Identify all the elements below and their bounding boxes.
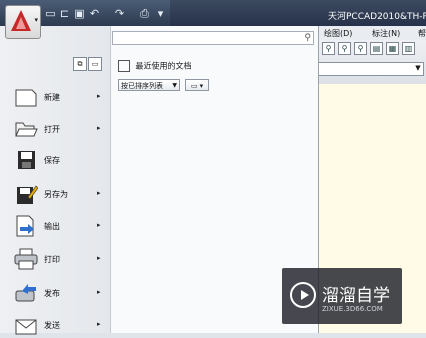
menu-draw[interactable]: 绘图(D): [324, 28, 352, 39]
chevron-down-icon: ▼: [172, 82, 177, 89]
ribbon-tool-row: ⚲ ⚲ ⚲ ▤ ▦ ▥: [318, 42, 426, 56]
menu-item-print[interactable]: 打印 ▸: [14, 246, 108, 272]
open-docs-view-icon[interactable]: ▭: [88, 57, 102, 71]
printer-icon: [14, 248, 38, 270]
new-file-icon[interactable]: ▭: [44, 7, 57, 20]
watermark-url: ZIXUE.3D66.COM: [322, 305, 383, 313]
menu-item-send[interactable]: 发送 ▸: [14, 312, 108, 338]
recent-documents-title: 最近使用的文档: [135, 61, 192, 71]
menu-item-label: 发布: [44, 289, 60, 298]
print-icon[interactable]: ⎙: [138, 7, 151, 20]
search-input[interactable]: ⚲: [112, 31, 314, 45]
document-icon: [118, 60, 130, 72]
menu-item-label: 另存为: [44, 190, 68, 199]
zoom-realtime-icon[interactable]: ⚲: [322, 42, 335, 55]
chevron-down-icon: ▼: [415, 64, 421, 72]
folder-open-icon: [15, 122, 38, 137]
menu-item-label: 发送: [44, 321, 60, 330]
customize-dropdown-icon[interactable]: ▾: [154, 7, 167, 20]
sort-order-select[interactable]: 按已排序列表 ▼: [118, 79, 180, 91]
menu-item-label: 打印: [44, 255, 60, 264]
menu-item-save-as[interactable]: 另存为 ▸: [14, 181, 108, 207]
recent-documents-header: 最近使用的文档: [118, 60, 192, 72]
menu-bar: 绘图(D) 标注(N) 帮: [318, 26, 426, 40]
submenu-arrow-icon: ▸: [97, 92, 101, 100]
undo-icon[interactable]: ↶: [88, 7, 101, 20]
open-folder-icon[interactable]: ⊏: [58, 7, 71, 20]
submenu-arrow-icon: ▸: [97, 124, 101, 132]
window-title: 天河PCCAD2010&TH-P: [328, 12, 426, 22]
tool-palette-icon[interactable]: ▥: [402, 42, 415, 55]
layer-combo[interactable]: ▼: [318, 62, 424, 76]
menu-item-label: 新建: [44, 93, 60, 102]
submenu-arrow-icon: ▸: [97, 189, 101, 197]
recent-docs-view-icon[interactable]: ⧉: [73, 57, 87, 71]
menu-item-export[interactable]: 输出 ▸: [14, 213, 108, 239]
redo-icon[interactable]: ↷: [113, 7, 126, 20]
submenu-arrow-icon: ▸: [97, 288, 101, 296]
menu-item-label: 打开: [44, 125, 60, 134]
export-icon: [16, 215, 34, 237]
watermark-title: 溜溜自学: [322, 286, 390, 306]
new-doc-icon: [15, 89, 37, 107]
menu-item-new[interactable]: 新建 ▸: [14, 84, 108, 110]
autocad-logo-icon: [11, 10, 31, 31]
design-center-icon[interactable]: ▦: [386, 42, 399, 55]
submenu-arrow-icon: ▸: [97, 254, 101, 262]
sort-order-label: 按已排序列表: [121, 82, 163, 90]
chevron-down-icon: ▾: [34, 16, 38, 24]
menu-dimension[interactable]: 标注(N): [372, 28, 400, 39]
application-menu-button[interactable]: ▾: [5, 5, 41, 39]
menu-item-label: 输出: [44, 222, 60, 231]
floppy-disk-icon: [18, 151, 35, 169]
save-icon[interactable]: ▣: [73, 7, 86, 20]
publish-icon: [15, 284, 36, 302]
play-logo-icon: [290, 282, 316, 308]
search-icon[interactable]: ⚲: [304, 32, 311, 44]
watermark: 溜溜自学 ZIXUE.3D66.COM: [282, 268, 402, 324]
menu-item-label: 保存: [44, 156, 60, 165]
menu-item-open[interactable]: 打开 ▸: [14, 116, 108, 142]
save-as-icon: [17, 185, 38, 204]
zoom-previous-icon[interactable]: ⚲: [354, 42, 367, 55]
menu-item-save[interactable]: 保存: [14, 147, 108, 173]
menu-help[interactable]: 帮: [418, 28, 426, 39]
menu-item-publish[interactable]: 发布 ▸: [14, 280, 108, 306]
display-mode-select[interactable]: ▭ ▾: [185, 79, 209, 91]
submenu-arrow-icon: ▸: [97, 320, 101, 328]
submenu-arrow-icon: ▸: [97, 221, 101, 229]
zoom-window-icon[interactable]: ⚲: [338, 42, 351, 55]
properties-icon[interactable]: ▤: [370, 42, 383, 55]
